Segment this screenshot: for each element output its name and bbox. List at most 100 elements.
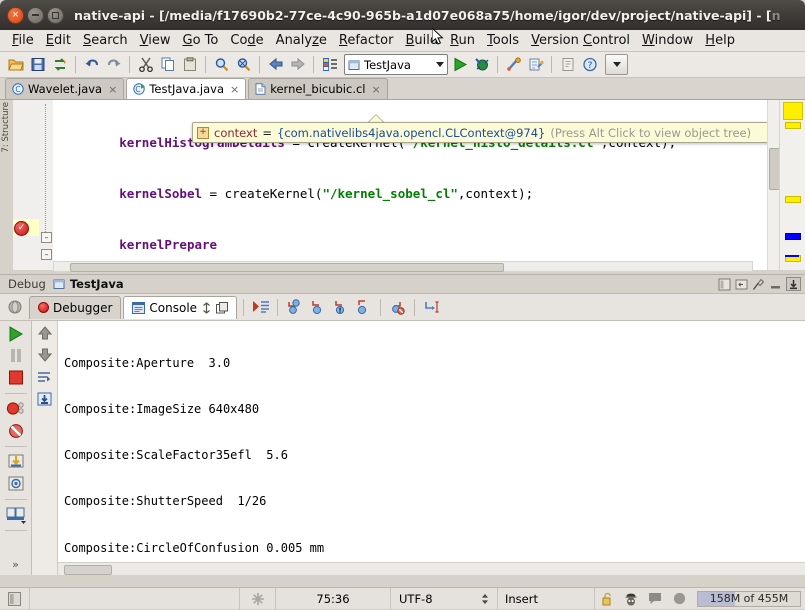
marker-bookmark[interactable]: [785, 233, 801, 240]
scrollbar-thumb[interactable]: [64, 565, 112, 575]
paste-icon[interactable]: [179, 54, 200, 75]
menu-goto[interactable]: Go To: [177, 31, 225, 50]
run-configuration-selector[interactable]: TestJava: [344, 54, 448, 75]
show-execution-point-icon[interactable]: [250, 297, 271, 318]
variable-value-tooltip[interactable]: + context = {com.nativelibs4java.opencl.…: [192, 122, 778, 143]
marker-warning[interactable]: [785, 122, 801, 129]
close-icon[interactable]: ×: [372, 83, 381, 96]
minimize-window-button[interactable]: [27, 6, 44, 24]
settings-layout-icon[interactable]: [735, 278, 748, 291]
layout-icon[interactable]: [5, 506, 27, 524]
marker-bookmark[interactable]: [785, 255, 799, 257]
force-step-into-icon[interactable]: [330, 297, 351, 318]
inspector-icon[interactable]: [619, 588, 643, 610]
left-tool-window-tabs[interactable]: 7: Structure: [0, 100, 14, 270]
view-breakpoints-icon[interactable]: [6, 400, 26, 418]
background-tasks-icon[interactable]: [240, 587, 276, 610]
menu-version-control[interactable]: Version Control: [525, 31, 636, 50]
step-over-icon[interactable]: [284, 297, 305, 318]
copy-icon[interactable]: [157, 54, 178, 75]
step-into-icon[interactable]: [307, 297, 328, 318]
resume-program-icon[interactable]: [6, 325, 26, 343]
marker-warning[interactable]: [785, 196, 801, 203]
stop-icon[interactable]: [6, 369, 26, 387]
tab-debugger[interactable]: Debugger: [29, 295, 122, 319]
close-window-button[interactable]: ×: [7, 6, 24, 24]
memory-indicator[interactable]: 158M of 455M: [697, 590, 801, 607]
expand-icon[interactable]: +: [197, 126, 209, 139]
updown-icon[interactable]: [481, 593, 489, 605]
open-folder-icon[interactable]: [5, 54, 26, 75]
tab-console[interactable]: Console: [123, 295, 238, 319]
editor-tab-testjava[interactable]: C TestJava.java ×: [126, 78, 247, 99]
profile-icon[interactable]: [503, 54, 524, 75]
menu-view[interactable]: View: [134, 31, 177, 50]
restore-layout-icon[interactable]: [6, 453, 26, 471]
menu-refactor[interactable]: Refactor: [333, 31, 400, 50]
menu-code[interactable]: Code: [224, 31, 269, 50]
scrollbar-thumb[interactable]: [70, 263, 504, 272]
marker-warning[interactable]: [783, 102, 803, 120]
find-icon[interactable]: [211, 54, 232, 75]
replace-icon[interactable]: [233, 54, 254, 75]
help-icon[interactable]: ?: [579, 54, 600, 75]
fold-collapse-icon[interactable]: –: [41, 249, 52, 260]
pin-icon[interactable]: [752, 278, 765, 291]
save-all-icon[interactable]: [27, 54, 48, 75]
fold-collapse-icon[interactable]: –: [41, 232, 52, 243]
run-to-cursor-icon[interactable]: [421, 297, 442, 318]
close-icon[interactable]: ×: [108, 83, 117, 96]
console-output[interactable]: Composite:Aperture 3.0 Composite:ImageSi…: [58, 321, 805, 575]
more-icon[interactable]: »: [12, 558, 19, 575]
new-window-icon[interactable]: [216, 301, 229, 314]
soft-wrap-icon[interactable]: [36, 369, 54, 385]
maximize-window-button[interactable]: [47, 6, 64, 24]
editor-horizontal-scrollbar[interactable]: [53, 261, 753, 272]
chevron-down-icon[interactable]: [436, 62, 444, 67]
menu-analyze[interactable]: Analyze: [270, 31, 333, 50]
coverage-icon[interactable]: [525, 54, 546, 75]
minimize-icon[interactable]: [769, 278, 782, 291]
debug-frames-icon[interactable]: [5, 297, 25, 317]
menu-run[interactable]: Run: [444, 31, 481, 50]
mute-breakpoints-icon[interactable]: [6, 422, 26, 440]
soft-wrap-icon[interactable]: [201, 301, 212, 314]
editor-tab-kernel-bicubic[interactable]: kernel_bicubic.cl ×: [248, 78, 388, 99]
left-tool-tab-structure[interactable]: 7: Structure: [1, 102, 12, 153]
redo-icon[interactable]: [103, 54, 124, 75]
menu-edit[interactable]: Edit: [40, 31, 77, 50]
menu-window[interactable]: Window: [636, 31, 699, 50]
unlock-icon[interactable]: [595, 588, 619, 610]
editor-tab-wavelet[interactable]: C Wavelet.java ×: [5, 78, 125, 99]
caret-position[interactable]: 75:36: [276, 587, 391, 610]
insert-mode[interactable]: Insert: [498, 587, 595, 610]
menu-file[interactable]: File: [6, 31, 40, 50]
toggle-sidebar-icon[interactable]: [0, 587, 30, 610]
close-icon[interactable]: ×: [230, 83, 239, 96]
step-out-icon[interactable]: [353, 297, 374, 318]
run-icon[interactable]: [449, 54, 470, 75]
editor-gutter[interactable]: [13, 100, 40, 270]
settings-icon[interactable]: [557, 54, 578, 75]
menu-help[interactable]: Help: [699, 31, 741, 50]
breakpoint-icon[interactable]: [14, 221, 29, 236]
pause-program-icon[interactable]: [6, 347, 26, 365]
menu-tools[interactable]: Tools: [481, 31, 525, 50]
menu-search[interactable]: Search: [77, 31, 134, 50]
scroll-down-icon[interactable]: [36, 347, 54, 363]
drop-frame-icon[interactable]: [387, 297, 408, 318]
back-icon[interactable]: [265, 54, 286, 75]
event-log-icon[interactable]: [667, 588, 691, 610]
settings-icon[interactable]: [6, 475, 26, 493]
debug-icon[interactable]: [471, 54, 492, 75]
hide-icon[interactable]: [786, 277, 801, 291]
toolbar-overflow-icon[interactable]: [605, 54, 628, 75]
console-horizontal-scrollbar[interactable]: [58, 562, 805, 575]
sync-refresh-icon[interactable]: [49, 54, 70, 75]
editor-marker-track[interactable]: [779, 100, 805, 270]
encoding-selector[interactable]: UTF-8: [391, 587, 498, 610]
build-project-icon[interactable]: [319, 54, 340, 75]
scroll-to-end-icon[interactable]: [36, 391, 54, 407]
forward-icon[interactable]: [287, 54, 308, 75]
cut-icon[interactable]: [135, 54, 156, 75]
